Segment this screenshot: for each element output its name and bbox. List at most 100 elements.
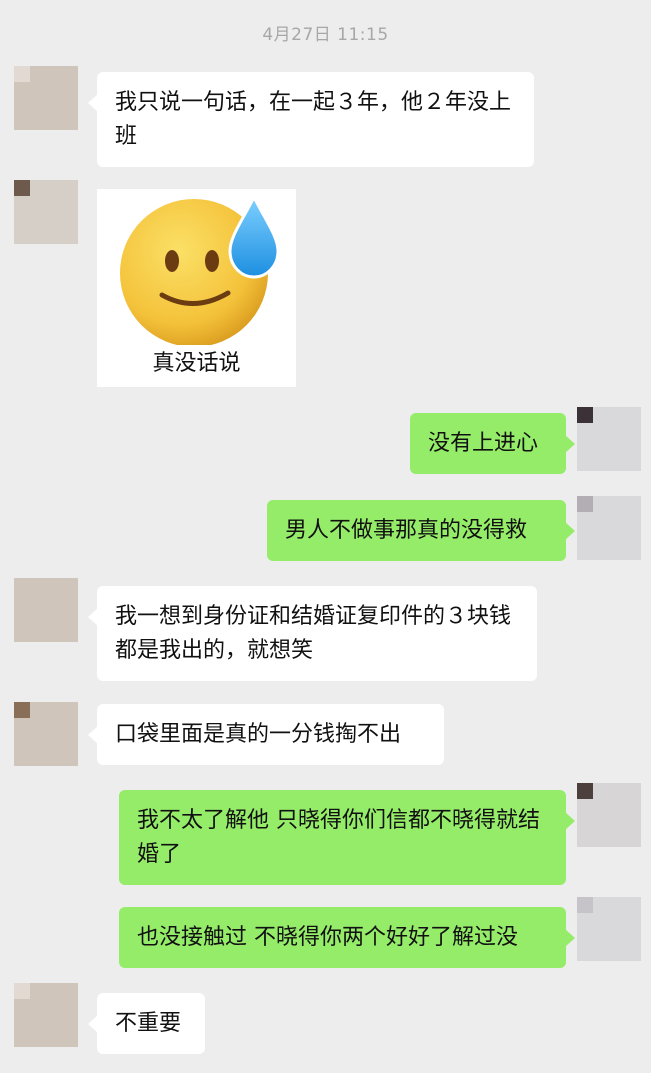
avatar-pixel [30,999,46,1015]
avatar-pixel [577,512,593,528]
avatar-pixel [625,439,641,455]
avatar-pixel [62,718,78,734]
avatar[interactable] [14,578,78,642]
avatar-pixel [46,702,62,718]
message-bubble[interactable]: 不重要 [88,993,205,1054]
avatar-pixel [46,196,62,212]
avatar[interactable] [577,496,641,560]
message-bubble[interactable]: 我只说一句话，在一起３年，他２年没上班 [88,72,534,167]
message-text: 男人不做事那真的没得救 [285,518,528,543]
avatar-pixel [625,407,641,423]
avatar-pixel [593,439,609,455]
avatar-pixel [62,734,78,750]
sticker-caption: 真没话说 [152,351,241,376]
avatar-pixel [46,82,62,98]
avatar-pixel [593,544,609,560]
avatar-pixel [593,945,609,961]
avatar-pixel [625,455,641,471]
avatar-pixel [62,180,78,196]
avatar-pixel [30,578,46,594]
avatar-pixel [30,718,46,734]
avatar-pixel [46,578,62,594]
avatar-pixel [593,783,609,799]
avatar-pixel [609,799,625,815]
avatar-pixel [62,578,78,594]
avatar-pixel [30,983,46,999]
avatar-pixel [14,718,30,734]
avatar-pixel [14,999,30,1015]
message-text: 不重要 [115,1011,182,1036]
avatar-pixel [62,750,78,766]
avatar-pixel [14,180,30,196]
avatar-pixel [62,228,78,244]
avatar-pixel [46,1031,62,1047]
message-bubble[interactable]: 我一想到身份证和结婚证复印件的３块钱都是我出的，就想笑 [88,586,537,681]
avatar-pixel [577,897,593,913]
avatar-pixel [609,512,625,528]
avatar-pixel [593,407,609,423]
avatar-pixel [609,913,625,929]
avatar-pixel [30,1031,46,1047]
message-bubble[interactable]: 也没接触过 不晓得你两个好好了解过没 [119,907,575,968]
avatar-pixel [625,528,641,544]
avatar-pixel [577,455,593,471]
avatar-pixel [625,423,641,439]
avatar-pixel [30,114,46,130]
avatar-pixel [577,423,593,439]
avatar-pixel [593,423,609,439]
avatar-pixel [30,196,46,212]
avatar-pixel [30,750,46,766]
avatar-pixel [46,626,62,642]
avatar[interactable] [577,897,641,961]
avatar-pixel [46,734,62,750]
avatar-pixel [14,983,30,999]
message-text: 没有上进心 [428,431,539,456]
avatar-pixel [62,196,78,212]
avatar-pixel [593,512,609,528]
avatar[interactable] [14,180,78,244]
avatar[interactable] [14,702,78,766]
avatar-pixel [30,594,46,610]
message-bubble[interactable]: 男人不做事那真的没得救 [267,500,575,561]
avatar-pixel [577,407,593,423]
avatar-pixel [625,831,641,847]
avatar-pixel [577,945,593,961]
avatar-pixel [625,913,641,929]
avatar[interactable] [14,983,78,1047]
avatar-pixel [625,929,641,945]
avatar-pixel [593,815,609,831]
avatar-pixel [625,496,641,512]
avatar-pixel [30,734,46,750]
avatar-pixel [593,929,609,945]
avatar-pixel [62,1031,78,1047]
avatar[interactable] [577,783,641,847]
avatar[interactable] [577,407,641,471]
message-text: 口袋里面是真的一分钱掏不出 [115,722,402,747]
message-bubble[interactable]: 口袋里面是真的一分钱掏不出 [88,704,444,765]
sticker-message[interactable]: 真没话说 [97,189,296,387]
avatar-pixel [14,610,30,626]
avatar-pixel [30,212,46,228]
avatar-pixel [14,114,30,130]
avatar-pixel [14,196,30,212]
avatar-pixel [577,815,593,831]
avatar-pixel [14,594,30,610]
avatar-pixel [625,512,641,528]
message-bubble[interactable]: 没有上进心 [410,413,575,474]
avatar-pixel [609,496,625,512]
avatar-pixel [625,945,641,961]
avatar-pixel [609,455,625,471]
avatar[interactable] [14,66,78,130]
avatar-pixel [46,228,62,244]
avatar-pixel [30,1015,46,1031]
avatar-pixel [30,180,46,196]
message-text: 我一想到身份证和结婚证复印件的３块钱都是我出的，就想笑 [115,604,512,663]
message-bubble[interactable]: 我不太了解他 只晓得你们信都不晓得就结婚了 [119,790,575,885]
avatar-pixel [625,544,641,560]
avatar-pixel [609,528,625,544]
avatar-pixel [46,750,62,766]
avatar-pixel [593,913,609,929]
avatar-pixel [593,528,609,544]
avatar-pixel [609,423,625,439]
chat-timestamp: 4月27日 11:15 [262,25,389,45]
